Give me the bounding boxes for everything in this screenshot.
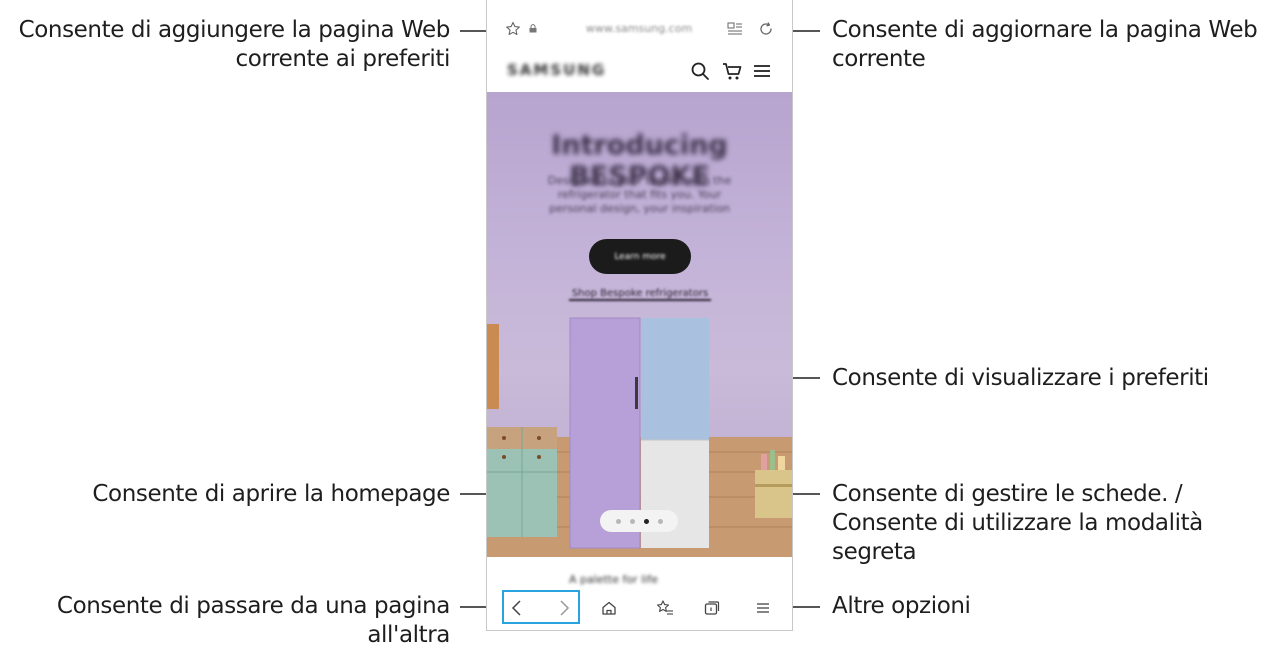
- callout-bookmark-add: Consente di aggiungere la pagina Web cor…: [18, 17, 451, 72]
- callout-view-bookmarks: Consente di visualizzare i preferiti: [832, 365, 1209, 391]
- hero-banner[interactable]: Introducing BESPOKE Designed to your tas…: [487, 92, 792, 557]
- content-strip-text: A palette for life: [569, 573, 658, 586]
- site-logo[interactable]: SAMSUNG: [507, 61, 606, 79]
- back-button[interactable]: [504, 595, 530, 621]
- hero-subtitle: Designed to your tastes, with the refrig…: [547, 174, 732, 215]
- carousel-indicator[interactable]: [600, 510, 678, 532]
- menu-icon[interactable]: [751, 60, 773, 82]
- carousel-dot[interactable]: [657, 518, 663, 524]
- more-options-icon: [757, 603, 769, 613]
- carousel-dot[interactable]: [629, 518, 635, 524]
- callout-navigate: Consente di passare da una pagina all'al…: [56, 593, 450, 648]
- site-header: SAMSUNG: [487, 48, 792, 92]
- callout-tabs: Consente di gestire le schede. / Consent…: [832, 480, 1252, 567]
- callout-tabs-line1: Consente di gestire le schede. /: [832, 481, 1183, 507]
- carousel-dot-active[interactable]: [643, 518, 649, 524]
- shop-link[interactable]: Shop Bespoke refrigerators: [569, 288, 711, 301]
- content-strip: A palette for life: [487, 557, 792, 592]
- carousel-dot[interactable]: [615, 518, 621, 524]
- callout-tabs-line2: Consente di utilizzare la modalità segre…: [832, 510, 1203, 565]
- home-icon: [602, 601, 616, 615]
- tabs-icon: [704, 601, 720, 615]
- url-text[interactable]: www.samsung.com: [579, 22, 699, 35]
- learn-more-button[interactable]: Learn more: [589, 239, 691, 274]
- back-icon: [511, 600, 521, 616]
- star-icon[interactable]: [505, 21, 521, 37]
- bookmarks-button[interactable]: [652, 595, 678, 621]
- learn-more-label: Learn more: [614, 251, 666, 262]
- more-options-button[interactable]: [750, 595, 776, 621]
- bottom-toolbar: [487, 590, 792, 630]
- callout-homepage: Consente di aprire la homepage: [92, 481, 450, 507]
- callout-reload: Consente di aggiornare la pagina Web cor…: [832, 17, 1258, 72]
- forward-button[interactable]: [551, 595, 577, 621]
- reader-mode-icon[interactable]: [727, 22, 743, 36]
- home-button[interactable]: [596, 595, 622, 621]
- bookmarks-icon: [656, 600, 673, 615]
- tabs-button[interactable]: [699, 595, 725, 621]
- phone-screen: www.samsung.com SAMSUNG Introducing BESP…: [486, 0, 793, 631]
- search-icon[interactable]: [689, 60, 711, 82]
- address-bar: www.samsung.com: [487, 0, 792, 48]
- cart-icon[interactable]: [721, 60, 743, 82]
- refresh-icon[interactable]: [757, 20, 775, 38]
- forward-icon: [560, 600, 570, 616]
- lock-icon: [529, 24, 537, 33]
- callout-more-options: Altre opzioni: [832, 593, 971, 619]
